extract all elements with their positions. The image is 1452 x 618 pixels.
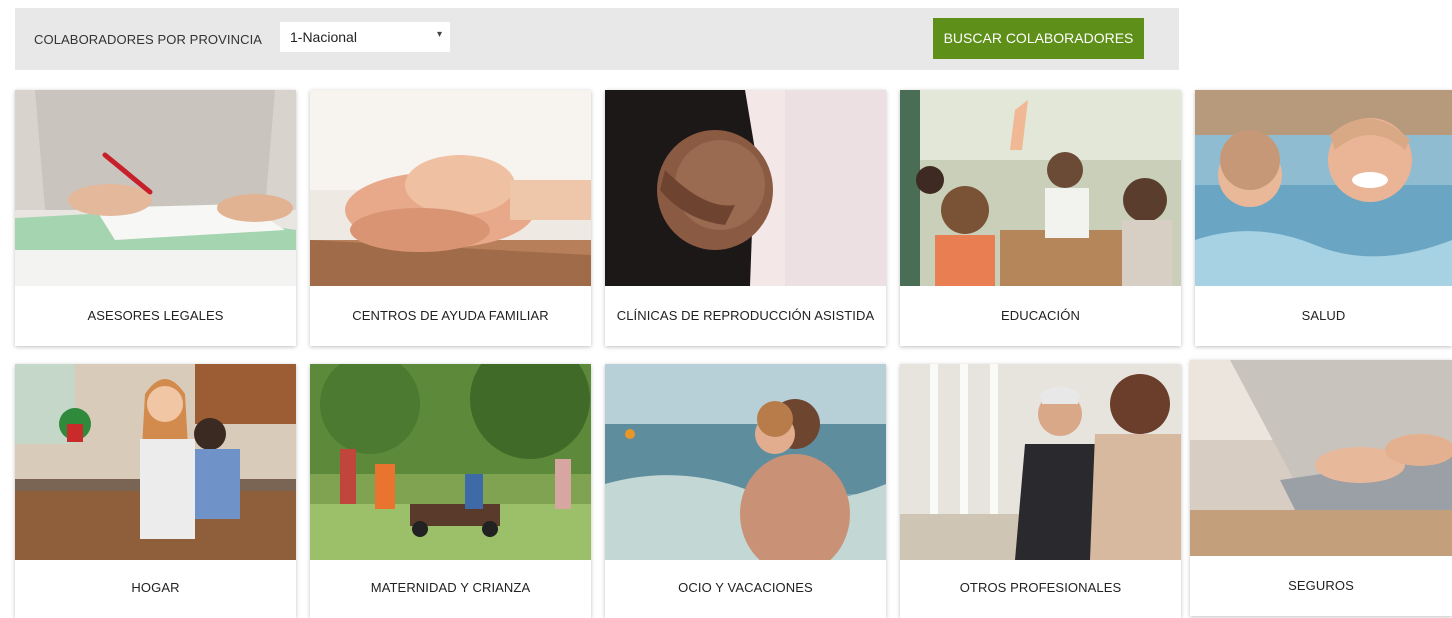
category-label: OTROS PROFESIONALES (959, 580, 1122, 595)
category-image-maternity-parenting (310, 364, 591, 560)
category-card-other-professionals[interactable]: OTROS PROFESIONALES (900, 364, 1181, 618)
category-image-family-help-centers (310, 90, 591, 286)
category-image-fertility-clinics (605, 90, 886, 286)
category-card-fertility-clinics[interactable]: CLÍNICAS DE REPRODUCCIÓN ASISTIDA (605, 90, 886, 346)
category-card-leisure-holidays[interactable]: OCIO Y VACACIONES (605, 364, 886, 618)
category-label: OCIO Y VACACIONES (678, 580, 813, 595)
category-image-insurance (1190, 360, 1452, 556)
search-collaborators-button[interactable]: BUSCAR COLABORADORES (933, 18, 1144, 59)
category-image-other-professionals (900, 364, 1181, 560)
province-select[interactable]: 1-Nacional ▾ (280, 22, 450, 52)
category-label: CLÍNICAS DE REPRODUCCIÓN ASISTIDA (616, 308, 875, 323)
category-image-education (900, 90, 1181, 286)
category-card-education[interactable]: EDUCACIÓN (900, 90, 1181, 346)
province-select-value: 1-Nacional (290, 29, 357, 45)
category-label: EDUCACIÓN (1001, 308, 1080, 323)
category-label: ASESORES LEGALES (87, 308, 224, 323)
category-image-legal-advisors (15, 90, 296, 286)
category-image-health (1195, 90, 1452, 286)
category-image-home (15, 364, 296, 560)
category-card-family-help-centers[interactable]: CENTROS DE AYUDA FAMILIAR (310, 90, 591, 346)
category-card-insurance[interactable]: SEGUROS (1190, 360, 1452, 616)
category-card-home[interactable]: HOGAR (15, 364, 296, 618)
filter-label: COLABORADORES POR PROVINCIA (34, 32, 263, 47)
chevron-down-icon: ▾ (436, 29, 442, 40)
category-label: SALUD (1301, 308, 1346, 323)
category-card-health[interactable]: SALUD (1195, 90, 1452, 346)
category-card-maternity-parenting[interactable]: MATERNIDAD Y CRIANZA (310, 364, 591, 618)
category-card-legal-advisors[interactable]: ASESORES LEGALES (15, 90, 296, 346)
category-label: SEGUROS (1288, 578, 1354, 593)
category-label: MATERNIDAD Y CRIANZA (370, 580, 531, 595)
category-label: HOGAR (131, 580, 180, 595)
filter-bar: COLABORADORES POR PROVINCIA 1-Nacional ▾… (15, 8, 1179, 70)
category-image-leisure-holidays (605, 364, 886, 560)
category-label: CENTROS DE AYUDA FAMILIAR (352, 308, 549, 323)
